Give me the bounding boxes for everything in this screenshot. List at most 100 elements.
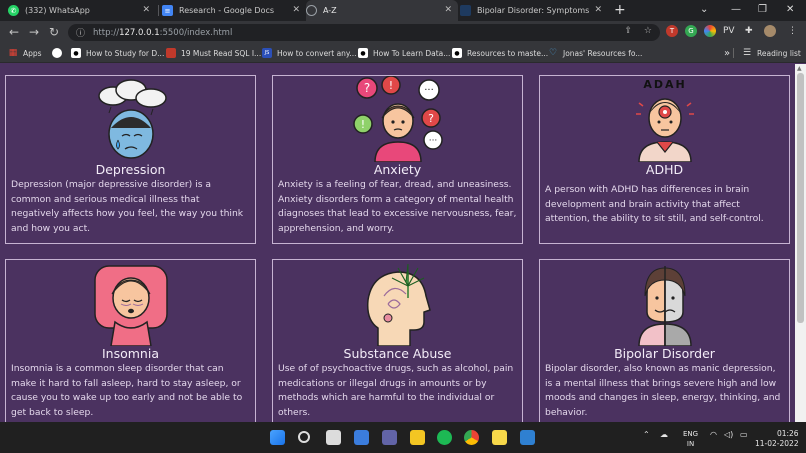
more-bookmarks-button[interactable]: » xyxy=(724,46,730,60)
adhd-person-icon: ADAH xyxy=(635,78,694,162)
color-extension-icon[interactable] xyxy=(704,25,716,37)
reload-button[interactable]: ↻ xyxy=(49,24,59,40)
url-scheme: http:// xyxy=(93,27,120,38)
language-indicator[interactable]: ENG IN xyxy=(683,429,698,449)
bookmark-icon xyxy=(166,48,176,58)
address-bar[interactable]: ⓘ http://127.0.0.1:5500/index.html ⇪ ☆ xyxy=(68,24,660,41)
spotify-icon[interactable] xyxy=(437,430,452,445)
teams-chat-icon[interactable] xyxy=(382,430,397,445)
clock-time: 01:26 xyxy=(776,429,799,438)
tab-google-docs[interactable]: ≡ Research - Google Docs ✕ xyxy=(162,0,306,21)
bookmark-label: How To Learn Data... xyxy=(373,48,451,58)
card-title: Substance Abuse xyxy=(343,346,452,361)
tab-label: A-Z xyxy=(323,6,337,15)
language-label: ENG xyxy=(683,430,699,438)
menu-kebab-icon[interactable]: ⋮ xyxy=(788,26,797,36)
pv-extension-icon[interactable]: PV xyxy=(723,26,735,36)
bookmark-resources[interactable]: ● Resources to maste... xyxy=(452,46,548,60)
scrollbar-thumb[interactable] xyxy=(797,73,804,323)
card-bipolar-disorder[interactable]: Bipolar Disorder Bipolar disorder, also … xyxy=(539,259,790,422)
tab-bipolar-disorder[interactable]: Bipolar Disorder: Symptoms, Ca ✕ xyxy=(460,0,608,21)
card-depression[interactable]: Depression Depression (major depressive … xyxy=(5,75,256,244)
card-adhd[interactable]: ADAH ADHD A person with ADHD has differe… xyxy=(539,75,790,244)
back-button[interactable]: ← xyxy=(9,24,19,40)
tab-whatsapp[interactable]: ✆ (332) WhatsApp ✕ xyxy=(8,0,156,21)
site-icon xyxy=(460,5,471,16)
minimize-button[interactable]: — xyxy=(731,2,741,18)
svg-text:···: ··· xyxy=(424,85,434,96)
close-tab-icon[interactable]: ✕ xyxy=(594,5,602,15)
maximize-button[interactable]: ❐ xyxy=(758,2,767,18)
card-title: Bipolar Disorder xyxy=(614,346,715,361)
windows-start-icon[interactable] xyxy=(270,430,285,445)
medium-icon: ● xyxy=(452,48,462,58)
bookmark-apps[interactable]: ▦ Apps xyxy=(8,46,42,60)
search-icon[interactable] xyxy=(298,431,310,443)
head-with-cannabis-leaf-icon xyxy=(366,263,431,346)
bookmark-how-to-study[interactable]: ● How to Study for D... xyxy=(71,46,164,60)
bookmark-learn-data[interactable]: ● How To Learn Data... xyxy=(358,46,450,60)
tab-a-z[interactable]: A-Z ✕ xyxy=(306,0,458,21)
bookmark-label: Apps xyxy=(23,48,42,58)
info-icon[interactable]: ⓘ xyxy=(76,26,85,39)
url-host: 127.0.0.1 xyxy=(119,27,160,38)
card-anxiety[interactable]: ? ! ··· ! ? ··· Anxiety Anxiety is a fee… xyxy=(272,75,523,244)
task-view-icon[interactable] xyxy=(326,430,341,445)
widgets-icon[interactable] xyxy=(354,430,369,445)
card-description: Depression (major depressive disorder) i… xyxy=(11,179,244,234)
system-clock[interactable]: 01:26 11-02-2022 xyxy=(755,429,799,449)
reading-list-icon: ☰ xyxy=(742,48,752,58)
bookmark-convert[interactable]: JS How to convert any... xyxy=(262,46,356,60)
scroll-up-icon[interactable]: ▲ xyxy=(797,65,802,72)
file-explorer-icon[interactable] xyxy=(410,430,425,445)
card-description: Use of of psychoactive drugs, such as al… xyxy=(278,363,514,418)
heart-icon: ♡ xyxy=(548,48,558,58)
new-tab-button[interactable]: + xyxy=(614,2,626,18)
battery-icon[interactable]: ▭ xyxy=(740,430,748,439)
tab-label: (332) WhatsApp xyxy=(25,6,90,15)
tab-search-icon[interactable]: ⌄ xyxy=(700,2,708,18)
forward-button[interactable]: → xyxy=(29,24,39,40)
js-icon: JS xyxy=(262,48,272,58)
medium-icon: ● xyxy=(358,48,368,58)
bookmark-label: How to convert any... xyxy=(277,48,357,58)
card-title: ADHD xyxy=(645,162,684,177)
star-bookmark-icon[interactable]: ☆ xyxy=(644,26,652,36)
bookmark-jonas[interactable]: ♡ Jonas' Resources fo... xyxy=(548,46,643,60)
clock-date: 11-02-2022 xyxy=(755,439,799,448)
bookmark-github[interactable] xyxy=(52,46,67,60)
bookmark-label: How to Study for D... xyxy=(86,48,165,58)
svg-text:!: ! xyxy=(360,118,364,131)
card-substance-abuse[interactable]: Substance Abuse Use of of psychoactive d… xyxy=(272,259,523,422)
close-tab-icon[interactable]: ✕ xyxy=(444,5,452,15)
close-tab-icon[interactable]: ✕ xyxy=(292,5,300,15)
chrome-icon[interactable] xyxy=(464,430,479,445)
sticky-notes-icon[interactable] xyxy=(492,430,507,445)
close-window-button[interactable]: ✕ xyxy=(786,2,794,18)
bookmark-sql[interactable]: 19 Must Read SQL I... xyxy=(166,46,261,60)
page-scrollbar[interactable]: ▲ xyxy=(795,64,806,422)
whatsapp-icon: ✆ xyxy=(8,5,19,16)
show-hidden-icons-chevron[interactable]: ⌃ xyxy=(643,430,650,439)
onedrive-icon[interactable]: ☁ xyxy=(660,430,668,439)
extension-icon-red[interactable]: T xyxy=(666,25,678,37)
avatar[interactable] xyxy=(764,25,776,37)
share-icon[interactable]: ⇪ xyxy=(624,26,632,36)
medium-icon: ● xyxy=(71,48,81,58)
adhd-illustration-text: ADAH xyxy=(643,78,686,91)
vscode-icon[interactable] xyxy=(520,430,535,445)
close-tab-icon[interactable]: ✕ xyxy=(142,5,150,15)
region-label: IN xyxy=(686,440,695,448)
bookmark-label: 19 Must Read SQL I... xyxy=(181,48,262,58)
extensions-puzzle-icon[interactable]: ✚ xyxy=(745,26,753,36)
card-description: Bipolar disorder, also known as manic de… xyxy=(545,363,781,418)
card-insomnia[interactable]: Insomnia Insomnia is a common sleep diso… xyxy=(5,259,256,422)
wifi-icon[interactable]: ◠ xyxy=(710,430,717,439)
reading-list-button[interactable]: ☰ Reading list xyxy=(742,46,801,60)
svg-text:!: ! xyxy=(388,79,392,92)
windows-taskbar: ⌃ ☁ ENG IN ◠ ◁) ▭ 01:26 11-02-2022 xyxy=(0,422,806,453)
volume-icon[interactable]: ◁) xyxy=(724,430,733,439)
card-title: Depression xyxy=(95,162,166,177)
split-face-person-icon xyxy=(637,266,692,346)
grammarly-icon[interactable]: G xyxy=(685,25,697,37)
